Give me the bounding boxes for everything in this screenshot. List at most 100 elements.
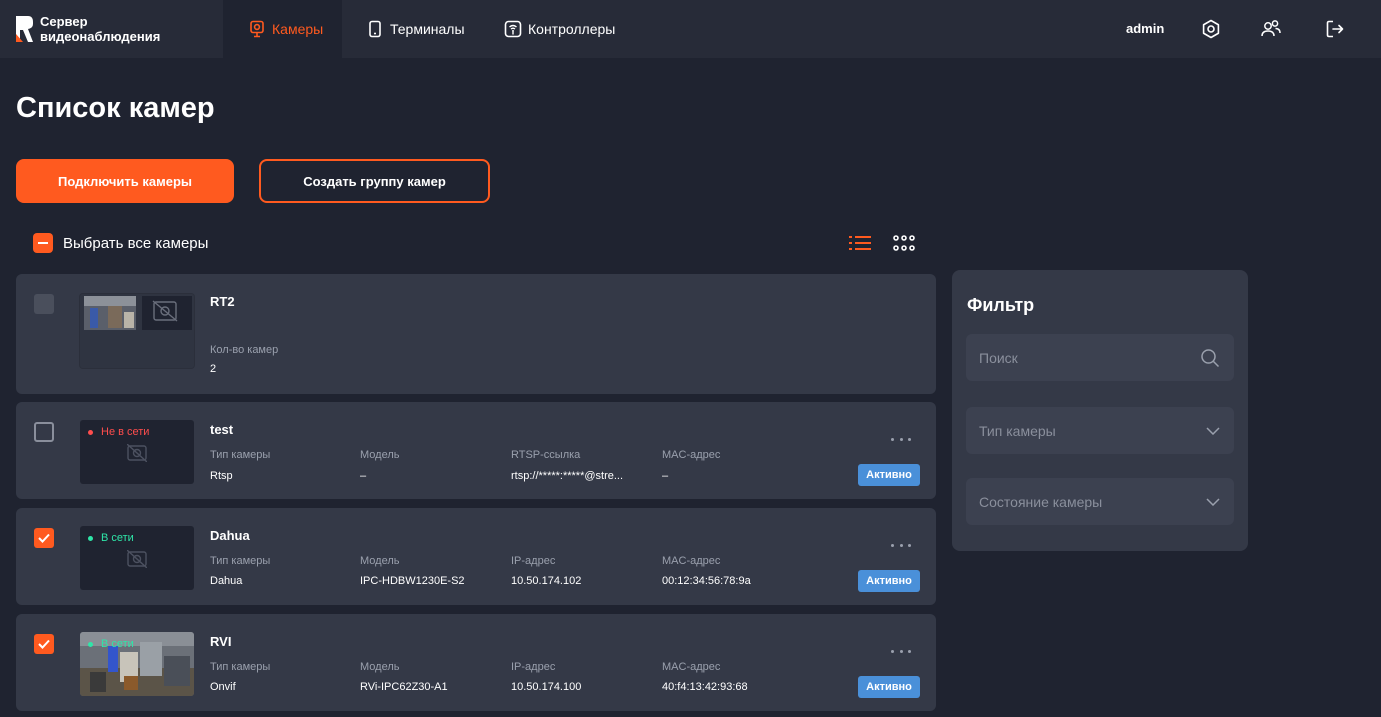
field-value: Onvif [210,681,236,693]
tab-terminals[interactable]: Терминалы [366,0,465,58]
camera-off-icon [127,444,147,462]
card-checkbox[interactable] [34,528,54,548]
search-placeholder: Поиск [979,349,1018,366]
field-label: IP-адрес [511,555,556,567]
status-indicator: В сети [88,532,134,544]
field-label: Тип камеры [210,661,271,673]
field-label: MAC-адрес [662,661,721,673]
page-title: Список камер [16,92,215,124]
camera-count-label: Кол-во камер [210,344,279,356]
field-value: 10.50.174.102 [511,575,582,587]
field-label: Модель [360,661,400,673]
field-label: IP-адрес [511,661,556,673]
status-badge: Активно [858,676,920,698]
camera-type-select[interactable]: Тип камеры [966,407,1234,454]
card-title: test [210,422,234,437]
brand[interactable]: Сервер видеонаблюдения [0,0,223,58]
status-indicator: Не в сети [88,426,149,438]
card-checkbox[interactable] [34,422,54,442]
tab-controllers-label: Контроллеры [528,21,616,37]
status-dot [88,641,93,647]
field-value: Rtsp [210,470,233,482]
card-checkbox[interactable] [34,634,54,654]
field-label: MAC-адрес [662,449,721,461]
brand-line-2: видеонаблюдения [40,29,161,44]
tab-cameras-label: Камеры [272,21,324,37]
search-input[interactable]: Поиск [966,334,1234,381]
camera-group-card[interactable]: RT2 Кол-во камер 2 [16,274,936,394]
field-value: – [662,470,669,482]
group-thumbnail [80,294,194,368]
connect-cameras-button[interactable]: Подключить камеры [16,159,234,203]
camera-thumbnail: В сети [80,632,194,696]
field-label: Тип камеры [210,449,271,461]
filter-panel: Фильтр Поиск Тип камеры Состояние камеры [952,270,1248,551]
camera-type-placeholder: Тип камеры [979,422,1056,439]
field-value: 00:12:34:56:78:9a [662,575,751,587]
camera-card[interactable]: Не в сети test Тип камеры Rtsp Модель – … [16,402,936,499]
card-title: RT2 [210,294,235,309]
more-options-icon[interactable] [891,434,911,444]
controller-icon [504,20,522,38]
status-label: В сети [101,532,134,544]
brand-logo-icon [16,16,33,42]
chevron-down-icon [1206,426,1220,435]
camera-count-value: 2 [210,363,217,375]
user-name[interactable]: admin [1126,21,1164,36]
field-label: RTSP-ссылка [511,449,581,461]
tab-terminals-label: Терминалы [390,21,465,37]
field-label: MAC-адрес [662,555,721,567]
status-indicator: В сети [88,638,134,650]
camera-card[interactable]: В сети Dahua Тип камеры Dahua Модель IPC… [16,508,936,605]
chevron-down-icon [1206,497,1220,506]
tab-cameras[interactable]: Камеры [223,0,342,58]
group-preview-image [80,294,194,368]
users-icon[interactable] [1260,18,1282,40]
list-view-icon[interactable] [849,234,871,252]
settings-gear-icon[interactable] [1200,18,1222,40]
checkmark-icon [38,533,50,543]
field-value: – [360,470,367,482]
logout-icon[interactable] [1324,18,1346,40]
card-title: RVI [210,634,232,649]
brand-text: Сервер видеонаблюдения [40,14,160,44]
status-dot [88,429,93,435]
field-label: Модель [360,449,400,461]
field-label: Модель [360,555,400,567]
minus-icon [33,233,53,253]
camera-card[interactable]: В сети RVI Тип камеры Onvif Модель RVi-I… [16,614,936,711]
field-value: 10.50.174.100 [511,681,582,693]
camera-thumbnail: В сети [80,526,194,590]
camera-state-placeholder: Состояние камеры [979,493,1103,510]
camera-icon [248,20,266,38]
tab-controllers[interactable]: Контроллеры [504,0,615,58]
search-icon [1201,348,1220,367]
field-label: Тип камеры [210,555,271,567]
card-checkbox[interactable] [34,294,54,314]
grid-view-icon[interactable] [893,235,915,251]
status-dot [88,535,93,541]
create-camera-group-button[interactable]: Создать группу камер [259,159,490,203]
camera-state-select[interactable]: Состояние камеры [966,478,1234,525]
status-label: В сети [101,638,134,650]
brand-line-1: Сервер [40,14,88,29]
filter-title: Фильтр [967,295,1035,315]
card-title: Dahua [210,528,250,543]
status-badge: Активно [858,464,920,486]
top-bar: Сервер видеонаблюдения Камеры Терминалы … [0,0,1381,58]
field-value: 40:f4:13:42:93:68 [662,681,748,693]
more-options-icon[interactable] [891,540,911,550]
field-value: rtsp://*****:*****@stre... [511,470,624,482]
camera-off-icon [127,550,147,568]
select-all-checkbox[interactable]: Выбрать все камеры [33,233,208,253]
terminal-icon [366,20,384,38]
field-value: Dahua [210,575,243,587]
more-options-icon[interactable] [891,646,911,656]
select-all-label: Выбрать все камеры [63,234,209,252]
status-badge: Активно [858,570,920,592]
checkmark-icon [38,639,50,649]
status-label: Не в сети [101,426,150,438]
field-value: IPC-HDBW1230E-S2 [360,575,465,587]
field-value: RVi-IPC62Z30-A1 [360,681,448,693]
camera-thumbnail: Не в сети [80,420,194,484]
